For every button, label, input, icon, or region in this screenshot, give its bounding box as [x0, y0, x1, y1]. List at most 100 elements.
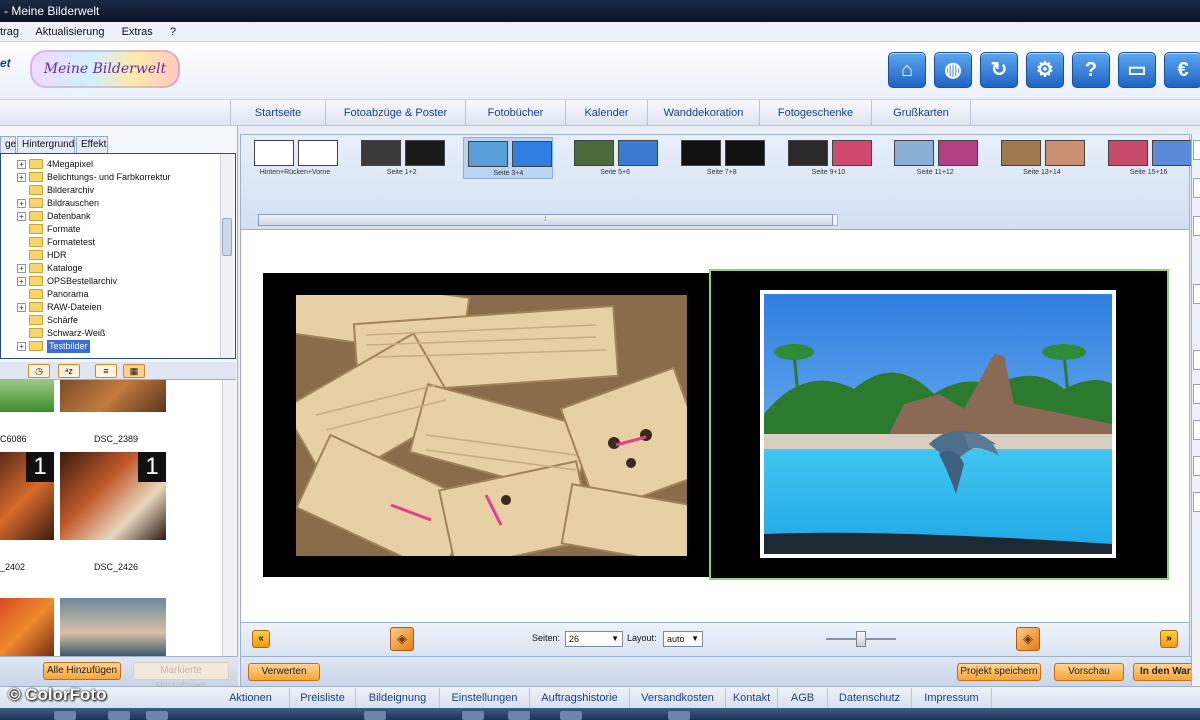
tab-bilder[interactable]: ge	[0, 136, 16, 153]
tab-fotoabzuege[interactable]: Fotoabzüge & Poster	[325, 100, 465, 126]
footer-versandkosten[interactable]: Versandkosten	[630, 688, 726, 708]
image-thumbnail[interactable]	[60, 598, 166, 656]
tool-5[interactable]	[1193, 350, 1200, 370]
thumbs-scrollbar[interactable]	[222, 380, 236, 656]
add-to-cart-button[interactable]: In den Warenkorb	[1133, 663, 1200, 681]
expand-icon[interactable]: +	[17, 277, 26, 286]
footer-auftragshistorie[interactable]: Auftragshistorie	[530, 688, 630, 708]
expand-icon[interactable]: +	[17, 342, 26, 351]
zoom-slider-thumb[interactable]	[856, 631, 866, 647]
tab-hintergrund[interactable]: Hintergrund	[17, 136, 75, 153]
page-thumbnail[interactable]: Seite 3+4	[463, 137, 554, 179]
globe-icon[interactable]: ◍	[934, 52, 972, 88]
page-thumbnail[interactable]: Seite 1+2	[357, 137, 447, 179]
tree-item-label: Panorama	[47, 289, 89, 299]
menu-extras[interactable]: Extras	[122, 26, 153, 38]
taskbar-icon[interactable]	[364, 711, 386, 720]
preview-button[interactable]: Vorschau	[1054, 663, 1124, 681]
expand-icon[interactable]: +	[17, 160, 26, 169]
taskbar	[0, 708, 1200, 720]
page-thumbnail[interactable]: Seite 9+10	[784, 137, 874, 179]
tab-grusskarten[interactable]: Grußkarten	[871, 100, 971, 126]
taskbar-icon[interactable]	[462, 711, 484, 720]
tab-effekt[interactable]: Effekt	[76, 136, 108, 153]
add-marked-button[interactable]: Markierte Hinzufügen	[133, 662, 229, 692]
tool-7[interactable]	[1193, 420, 1200, 440]
footer-kontakt[interactable]: Kontakt	[726, 688, 778, 708]
thumbnail-label: _2402	[0, 562, 26, 572]
photo-clothespins[interactable]	[296, 295, 687, 556]
tab-fotogeschenke[interactable]: Fotogeschenke	[759, 100, 871, 126]
menu-aktualisierung[interactable]: Aktualisierung	[35, 26, 104, 38]
tab-wanddekoration[interactable]: Wanddekoration	[647, 100, 759, 126]
cube-right-icon[interactable]: ◈	[1016, 627, 1040, 651]
photo-dolphins[interactable]	[764, 294, 1112, 554]
footer-agb[interactable]: AGB	[778, 688, 828, 708]
taskbar-icon[interactable]	[108, 711, 130, 720]
footer-bildeignung[interactable]: Bildeignung	[356, 688, 440, 708]
expand-icon[interactable]: +	[17, 303, 26, 312]
folder-icon	[29, 198, 43, 208]
image-thumbnail[interactable]	[60, 380, 166, 412]
page-label: Seite 3+4	[493, 170, 524, 177]
cube-left-icon[interactable]: ◈	[390, 627, 414, 651]
expand-icon[interactable]: +	[17, 212, 26, 221]
tool-1[interactable]	[1193, 140, 1200, 160]
footer-preisliste[interactable]: Preisliste	[290, 688, 356, 708]
tool-8[interactable]	[1193, 456, 1200, 476]
grid-view-icon[interactable]: ▦	[123, 364, 145, 378]
page-thumbnail[interactable]: Hinten+Rücken+Vorne	[250, 137, 340, 179]
expand-icon[interactable]: +	[17, 173, 26, 182]
taskbar-icon[interactable]	[54, 711, 76, 720]
previous-page-button[interactable]: «	[252, 630, 270, 648]
expand-icon[interactable]: +	[17, 264, 26, 273]
list-view-icon[interactable]: ≡	[95, 364, 117, 378]
tool-6[interactable]	[1193, 384, 1200, 404]
taskbar-icon[interactable]	[146, 711, 168, 720]
menu-help[interactable]: ?	[170, 26, 176, 38]
image-thumbnail[interactable]: 1	[0, 452, 54, 540]
sort-az-icon[interactable]: ᵃz	[58, 364, 80, 378]
page-thumbnail[interactable]: Seite 13+14	[997, 137, 1087, 179]
page-thumbnail[interactable]: Seite 11+12	[890, 137, 980, 179]
refresh-icon[interactable]: ↻	[980, 52, 1018, 88]
add-all-button[interactable]: Alle Hinzufügen	[43, 662, 121, 680]
folder-icon	[29, 263, 43, 273]
tree-scroll-thumb[interactable]	[222, 218, 232, 256]
menu-eintrag[interactable]: trag	[0, 26, 19, 38]
euro-icon[interactable]: €	[1164, 52, 1200, 88]
tree-scrollbar[interactable]	[220, 154, 234, 358]
footer-einstellungen[interactable]: Einstellungen	[440, 688, 530, 708]
footer-aktionen[interactable]: Aktionen	[212, 688, 290, 708]
layout-select[interactable]: auto ▼	[663, 631, 703, 647]
page-thumbnail[interactable]: Seite 5+6	[570, 137, 660, 179]
footer-impressum[interactable]: Impressum	[912, 688, 992, 708]
footer-datenschutz[interactable]: Datenschutz	[828, 688, 912, 708]
image-thumbnail[interactable]	[0, 598, 54, 656]
tab-startseite[interactable]: Startseite	[230, 100, 325, 126]
page-thumbnail[interactable]: Seite 15+16	[1104, 137, 1194, 179]
pages-select[interactable]: 26 ▼	[565, 631, 623, 647]
tool-9[interactable]	[1193, 492, 1200, 512]
settings-icon[interactable]: ⚙	[1026, 52, 1064, 88]
taskbar-icon[interactable]	[668, 711, 690, 720]
page-thumbnail[interactable]: Seite 7+8	[677, 137, 767, 179]
tool-2[interactable]	[1193, 178, 1200, 198]
help-icon[interactable]: ?	[1072, 52, 1110, 88]
home-icon[interactable]: ⌂	[888, 52, 926, 88]
tab-kalender[interactable]: Kalender	[565, 100, 647, 126]
folder-icon[interactable]: ▭	[1118, 52, 1156, 88]
sort-time-icon[interactable]: ◷	[28, 364, 50, 378]
taskbar-icon[interactable]	[560, 711, 582, 720]
tool-3[interactable]	[1193, 216, 1200, 236]
image-thumbnail[interactable]	[0, 380, 54, 412]
taskbar-icon[interactable]	[508, 711, 530, 720]
strip-scroll-thumb[interactable]: ⦙	[258, 214, 833, 226]
expand-icon[interactable]: +	[17, 199, 26, 208]
save-project-button[interactable]: Projekt speichern	[957, 663, 1041, 681]
next-page-button[interactable]: »	[1160, 630, 1178, 648]
tool-4[interactable]	[1193, 284, 1200, 304]
verwerten-button[interactable]: Verwerten	[248, 663, 320, 681]
image-thumbnail[interactable]: 1	[60, 452, 166, 540]
tab-fotobuecher[interactable]: Fotobücher	[465, 100, 565, 126]
